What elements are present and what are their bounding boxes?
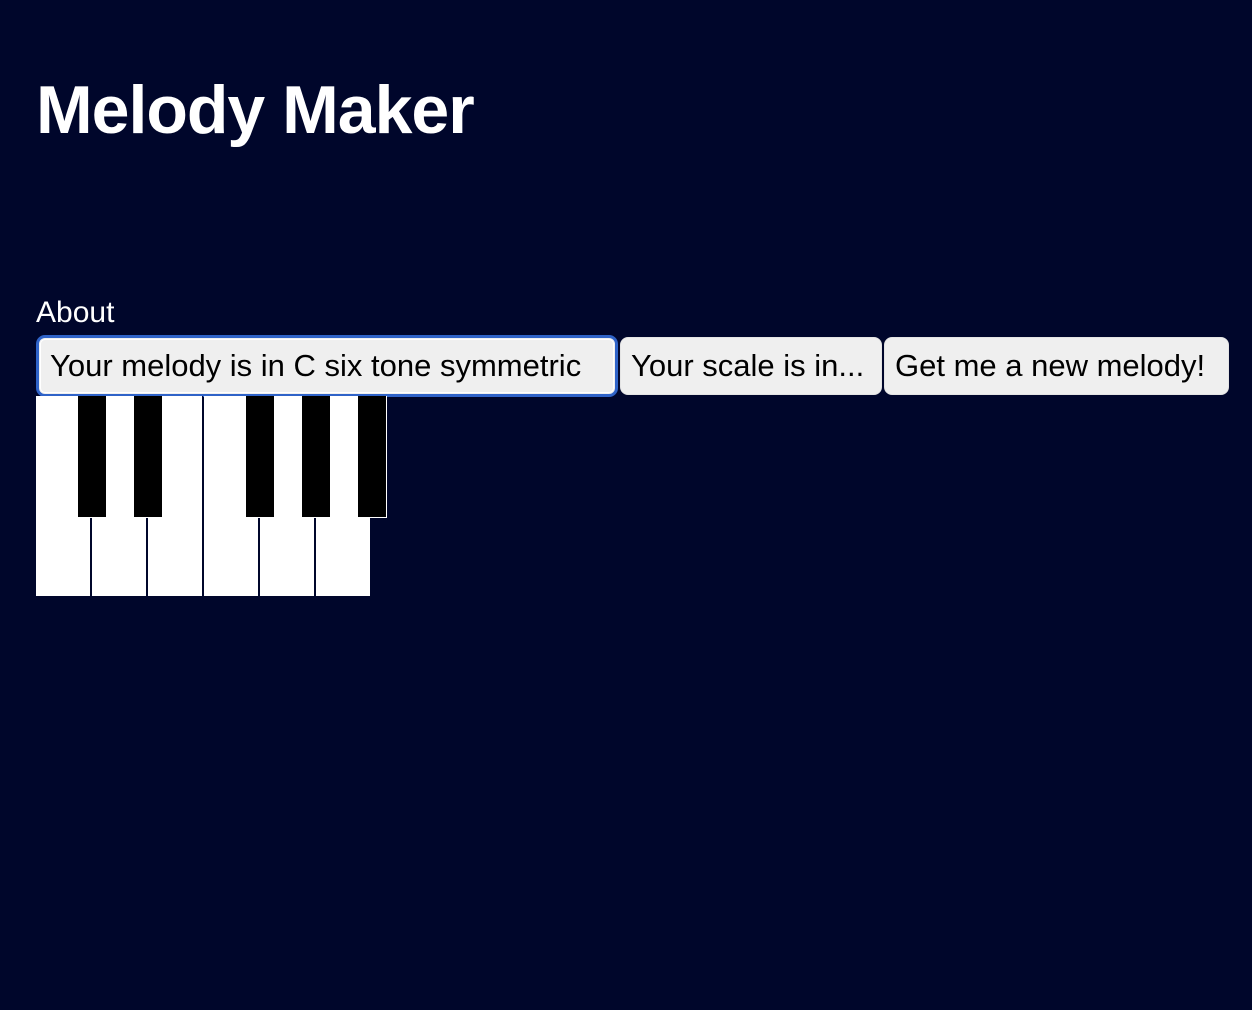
melody-info-button[interactable]: Your melody is in C six tone symmetric bbox=[36, 335, 618, 397]
about-link[interactable]: About bbox=[36, 296, 114, 330]
app-title: Melody Maker bbox=[36, 72, 475, 148]
new-melody-button[interactable]: Get me a new melody! bbox=[884, 337, 1229, 395]
piano-black-key[interactable] bbox=[357, 396, 387, 518]
scale-info-button[interactable]: Your scale is in... bbox=[620, 337, 882, 395]
piano-black-key[interactable] bbox=[77, 396, 107, 518]
piano-black-key[interactable] bbox=[133, 396, 163, 518]
piano-keyboard bbox=[36, 396, 388, 596]
piano-black-key[interactable] bbox=[245, 396, 275, 518]
piano-black-key[interactable] bbox=[301, 396, 331, 518]
